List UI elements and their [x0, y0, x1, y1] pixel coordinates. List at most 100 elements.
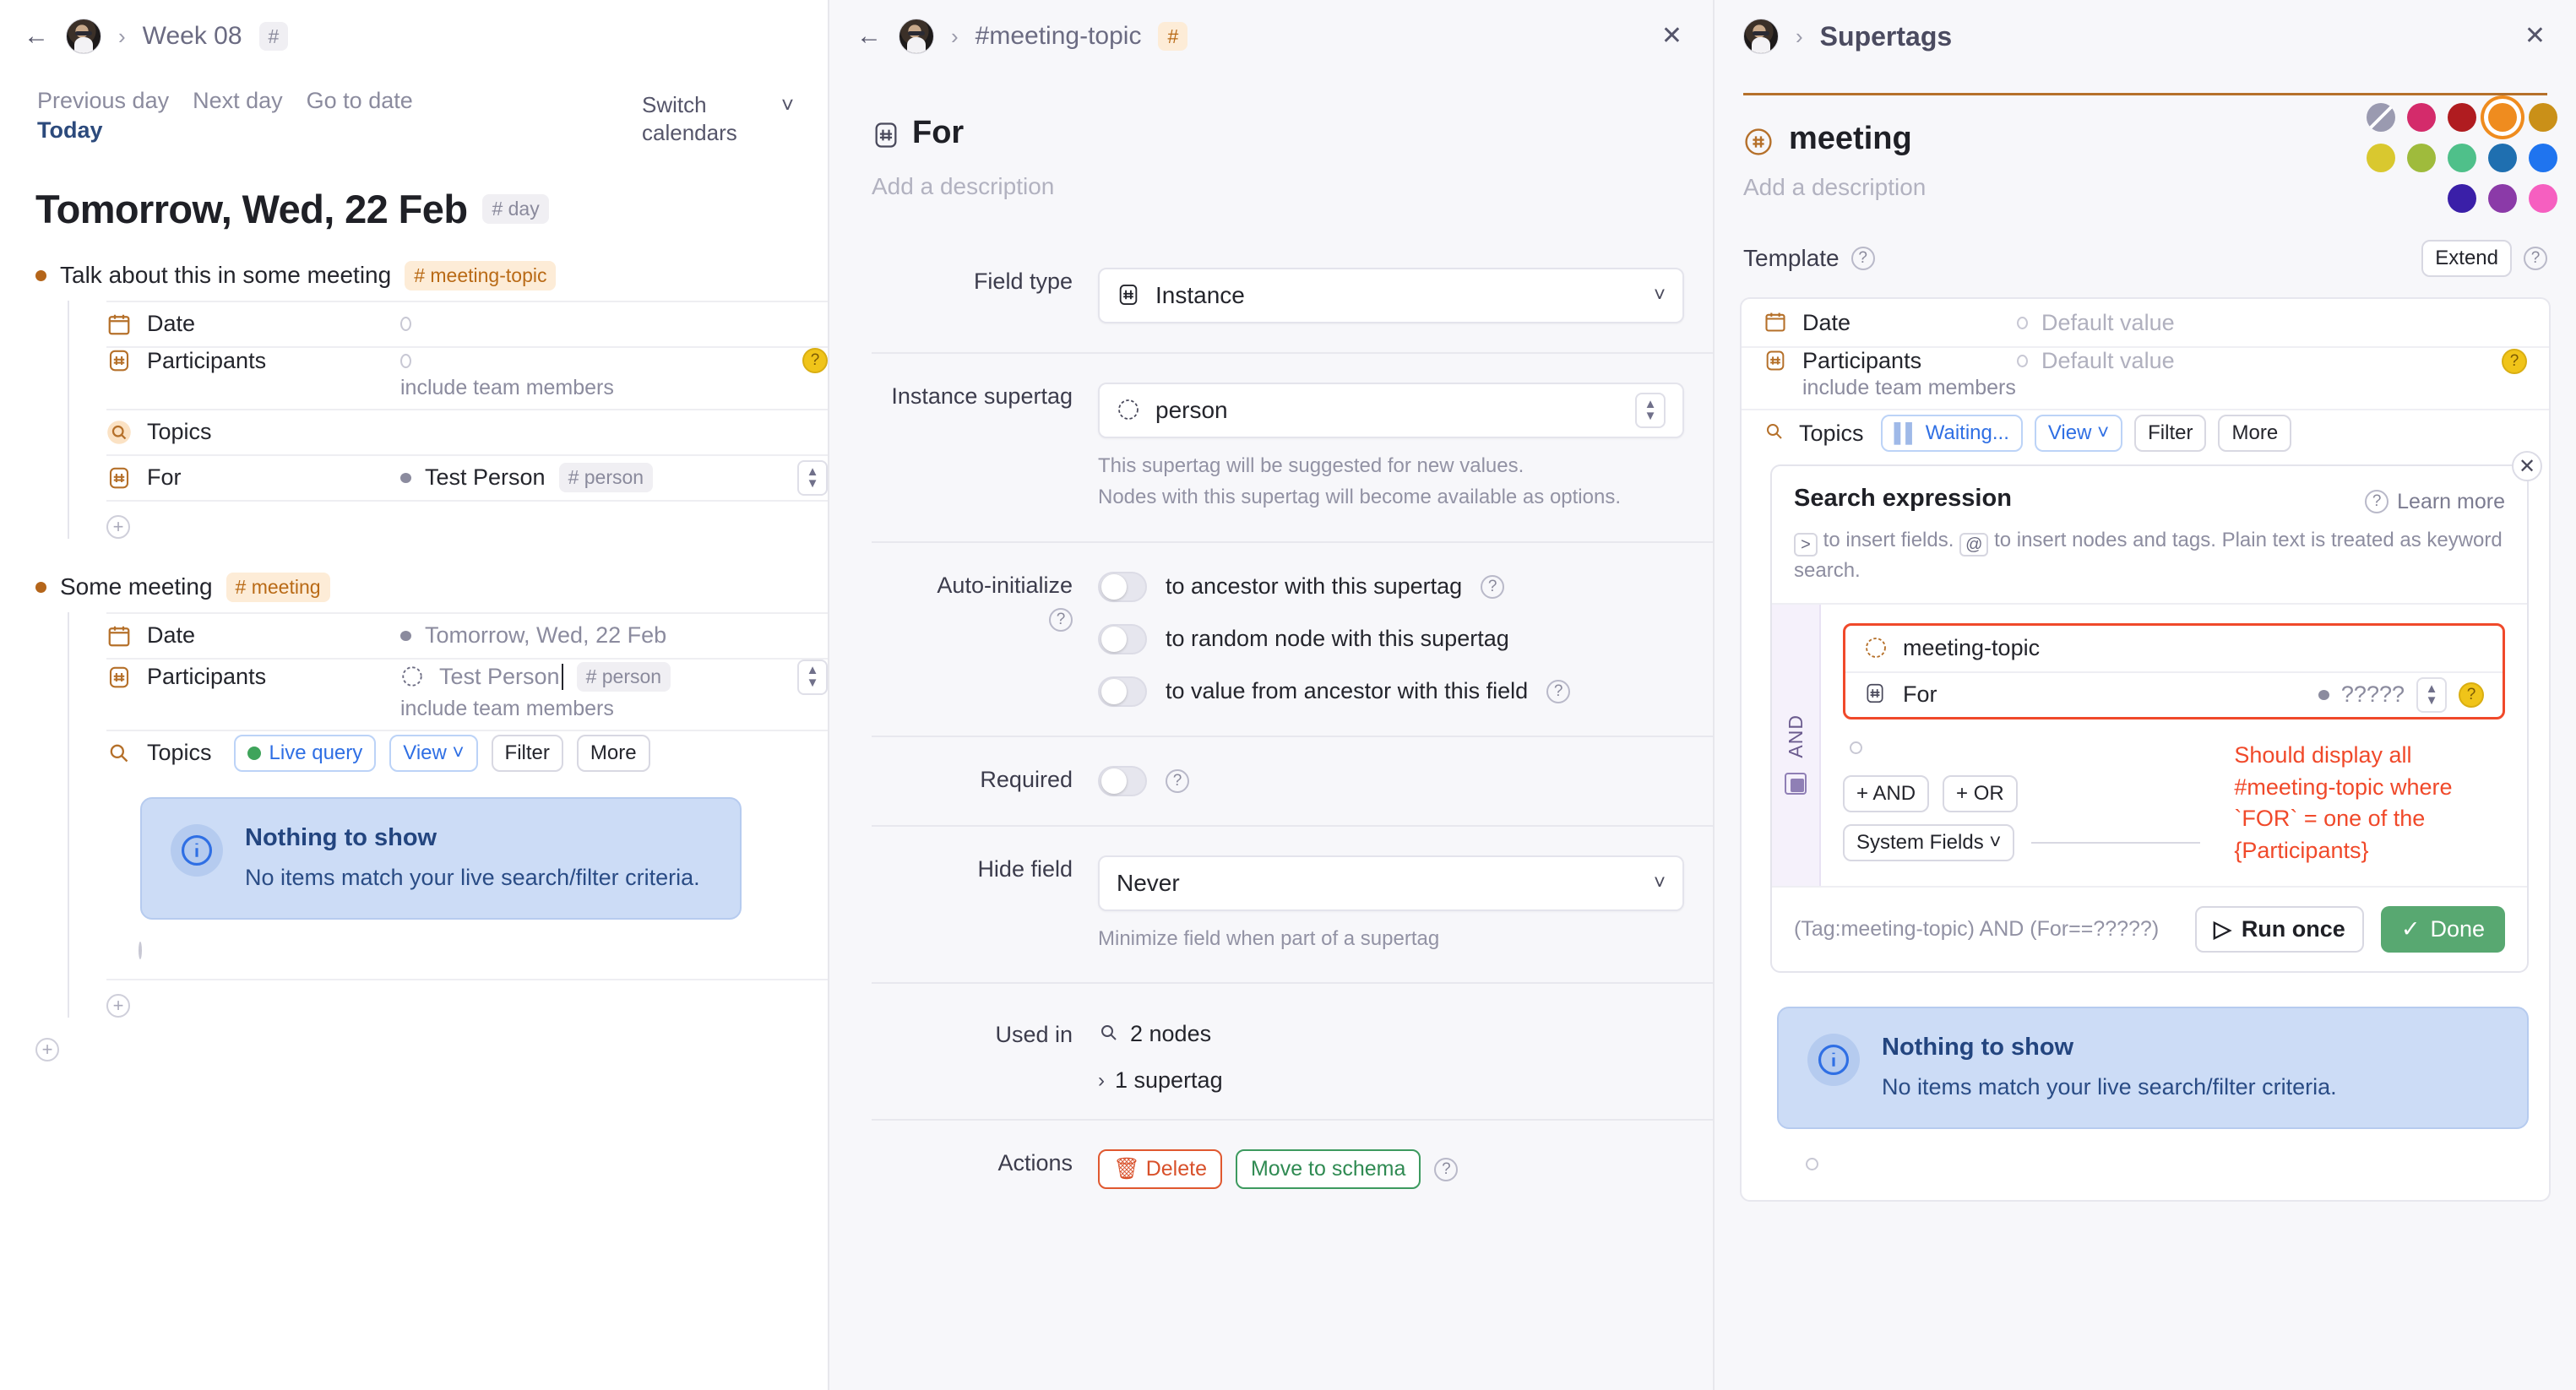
swatch-magenta[interactable] [2529, 184, 2557, 213]
node-title[interactable]: Some meeting # meeting [35, 572, 828, 602]
field-row-date[interactable]: Date Tomorrow, Wed, 22 Feb [106, 611, 828, 658]
auto-init-option-ancestor[interactable]: to ancestor with this supertag ? [1098, 571, 1684, 602]
help-badge[interactable]: ? [2502, 348, 2527, 374]
add-and-button[interactable]: + AND [1843, 774, 1930, 812]
toggle-switch[interactable] [1098, 765, 1147, 796]
system-fields-dropdown[interactable]: System Fields ˅ [1843, 823, 2015, 861]
done-button[interactable]: ✓ Done [2380, 905, 2505, 953]
node-tag[interactable]: # meeting [226, 572, 330, 602]
toggle-switch[interactable] [1098, 571, 1147, 602]
move-to-schema-button[interactable]: Move to schema [1235, 1149, 1421, 1190]
query-node-tag-row[interactable]: meeting-topic [1845, 626, 2503, 671]
breadcrumb-tag[interactable]: # [1158, 21, 1188, 52]
template-row-participants[interactable]: Participants Default value ? include tea… [1742, 346, 2549, 409]
back-icon[interactable]: ← [24, 24, 49, 49]
breadcrumb-tag[interactable]: # [258, 21, 289, 52]
field-row-date[interactable]: Date [106, 300, 828, 346]
more-button[interactable]: More [576, 734, 650, 772]
value-tag[interactable]: # person [576, 662, 671, 692]
instance-supertag-select[interactable]: person ▲ ▼ [1098, 383, 1684, 438]
back-icon[interactable]: ← [856, 24, 882, 49]
swatch-orange-selected[interactable] [2488, 103, 2517, 132]
swatch-green[interactable] [2448, 144, 2476, 172]
swatch-pink[interactable] [2407, 103, 2436, 132]
help-icon[interactable]: ? [1546, 679, 1571, 703]
field-row-participants[interactable]: Participants ? include team members [106, 345, 828, 409]
toggle-switch[interactable] [1098, 676, 1147, 707]
day-tag[interactable]: # day [482, 194, 549, 224]
close-icon[interactable]: ✕ [1661, 24, 1682, 49]
switch-calendars-dropdown[interactable]: Switch calendars ˅ [642, 91, 794, 146]
auto-init-option-value-from-ancestor[interactable]: to value from ancestor with this field ? [1098, 676, 1684, 707]
description-input[interactable]: Add a description [872, 173, 1713, 200]
add-or-button[interactable]: + OR [1943, 774, 2018, 812]
breadcrumb-title[interactable]: Supertags [1820, 21, 1952, 52]
child-node-bullet-icon[interactable] [1806, 1158, 1818, 1171]
help-icon[interactable]: ? [1434, 1157, 1459, 1181]
field-value[interactable]: Tomorrow, Wed, 22 Feb [425, 622, 666, 649]
add-node-button[interactable]: + [35, 1037, 59, 1062]
learn-more-link[interactable]: ? Learn more [2365, 490, 2505, 514]
more-button[interactable]: More [2218, 415, 2292, 452]
stepper-icon[interactable]: ▲ ▼ [1635, 393, 1666, 428]
help-icon[interactable]: ? [1049, 608, 1073, 633]
run-once-button[interactable]: ▷ Run once [2195, 905, 2364, 953]
add-field-button[interactable]: + [106, 514, 130, 539]
swatch-red[interactable] [2448, 103, 2476, 132]
field-value[interactable]: Test Person [425, 464, 546, 491]
field-type-select[interactable]: Instance ˅ [1098, 268, 1684, 323]
query-status-button[interactable]: ▌▌ Waiting... [1880, 415, 2023, 452]
previous-day-button[interactable]: Previous day [37, 88, 169, 114]
go-to-date-button[interactable]: Go to date [307, 88, 413, 114]
swatch-yellow[interactable] [2367, 144, 2395, 172]
help-icon[interactable]: ? [1166, 768, 1189, 793]
auto-init-option-random[interactable]: to random node with this supertag [1098, 623, 1684, 654]
stepper-icon[interactable]: ▲ ▼ [797, 459, 828, 496]
used-in-nodes[interactable]: 2 nodes [1098, 1021, 1684, 1047]
extend-button[interactable]: Extend [2421, 240, 2512, 277]
swatch-none[interactable] [2367, 103, 2395, 132]
swatch-indigo[interactable] [2448, 184, 2476, 213]
field-row-for[interactable]: For Test Person # person ▲ ▼ [106, 453, 828, 500]
help-badge[interactable]: ? [802, 348, 828, 374]
breadcrumb-title[interactable]: #meeting-topic [976, 22, 1142, 51]
filter-button[interactable]: Filter [2134, 415, 2207, 452]
close-icon[interactable]: ✕ [2512, 451, 2542, 481]
help-icon[interactable]: ? [1850, 247, 1875, 270]
field-row-participants[interactable]: Participants Test Person # person ▲ ▼ inc… [106, 657, 828, 730]
avatar[interactable] [66, 19, 101, 54]
live-query-button[interactable]: Live query [233, 734, 377, 772]
field-value[interactable]: Test Person [439, 664, 563, 690]
template-field-value[interactable]: Default value [2041, 310, 2175, 336]
toggle-switch[interactable] [1098, 623, 1147, 654]
query-node-field-row[interactable]: For ????? ▲ ▼ ? [1845, 671, 2503, 717]
empty-node-bullet-icon[interactable] [1850, 741, 1862, 754]
query-node-value[interactable]: ????? [2341, 681, 2405, 708]
input-underline[interactable] [2031, 841, 2201, 844]
swatch-steel-blue[interactable] [2488, 144, 2517, 172]
filter-button[interactable]: Filter [491, 734, 563, 772]
view-dropdown[interactable]: View ˅ [2034, 415, 2123, 452]
duplicate-icon[interactable] [1785, 773, 1807, 795]
swatch-amber[interactable] [2529, 103, 2557, 132]
help-badge[interactable]: ? [2459, 681, 2484, 708]
next-day-button[interactable]: Next day [193, 88, 283, 114]
avatar[interactable] [1743, 19, 1779, 54]
close-icon[interactable]: ✕ [2524, 24, 2546, 49]
template-field-value[interactable]: Default value [2041, 348, 2175, 374]
help-icon[interactable]: ? [1481, 574, 1505, 599]
stepper-icon[interactable]: ▲ ▼ [797, 659, 828, 695]
template-row-date[interactable]: Date Default value [1742, 299, 2549, 346]
required-row[interactable]: ? [1098, 765, 1684, 796]
add-field-button[interactable]: + [106, 993, 130, 1018]
used-in-supertags[interactable]: › 1 supertag [1098, 1067, 1684, 1094]
node-tag[interactable]: # meeting-topic [405, 261, 557, 290]
swatch-purple[interactable] [2488, 184, 2517, 213]
avatar[interactable] [899, 19, 934, 54]
help-icon[interactable]: ? [2524, 247, 2547, 270]
swatch-olive[interactable] [2407, 144, 2436, 172]
hide-field-select[interactable]: Never ˅ [1098, 855, 1684, 911]
view-dropdown[interactable]: View ˅ [389, 734, 478, 772]
stepper-icon[interactable]: ▲ ▼ [2416, 676, 2447, 713]
field-row-topics[interactable]: Topics [106, 408, 828, 454]
